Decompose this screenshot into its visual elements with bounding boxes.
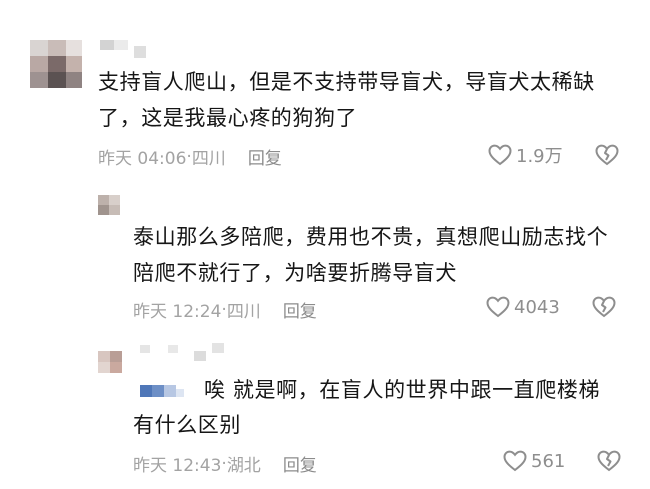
comment-text-line: 有什么区别 (133, 413, 241, 437)
like-count: 1.9万 (516, 146, 563, 167)
comment-text: 支持盲人爬山，但是不支持带导盲犬，导盲犬太稀缺了，这是我最心疼的狗狗了 (98, 70, 595, 130)
comment-text: 泰山那么多陪爬，费用也不贵，真想爬山励志找个陪爬不就行了，为啥要折腾导盲犬 (133, 225, 609, 285)
broken-heart-icon[interactable] (597, 449, 621, 473)
comment-actions: 1.9万 (488, 142, 619, 168)
avatar[interactable] (98, 195, 120, 215)
heart-outline-icon[interactable] (488, 144, 512, 166)
comment-location: 四川 (191, 149, 226, 169)
comment-item: 支持盲人爬山，但是不支持带导盲犬，导盲犬太稀缺了，这是我最心疼的狗狗了 昨天 0… (0, 0, 650, 185)
heart-outline-icon[interactable] (503, 450, 527, 472)
comment-time: 昨天 04:06 (98, 149, 187, 169)
like-count: 4043 (514, 296, 560, 318)
username[interactable] (140, 343, 230, 361)
username[interactable] (100, 40, 160, 58)
comment-item: 唉 就是啊，在盲人的世界中跟一直爬楼梯 有什么区别 昨天 12:43 · 湖北 … (0, 335, 650, 489)
comment-meta: 昨天 04:06 · 四川 回复 (98, 144, 282, 170)
comment-text-line: 唉 就是啊，在盲人的世界中跟一直爬楼梯 (204, 378, 601, 402)
reply-button[interactable]: 回复 (248, 144, 282, 169)
comment-actions: 4043 (486, 295, 616, 319)
broken-heart-icon[interactable] (592, 295, 616, 319)
reply-button[interactable]: 回复 (283, 451, 317, 476)
avatar[interactable] (98, 351, 122, 373)
comment-time: 昨天 12:43 (133, 456, 222, 476)
heart-outline-icon[interactable] (486, 296, 510, 318)
like-count: 561 (531, 450, 566, 472)
mention-tag[interactable] (140, 385, 188, 397)
comment-actions: 561 (503, 449, 621, 473)
comment-location: 四川 (226, 302, 261, 322)
avatar[interactable] (30, 40, 82, 88)
comment-item: 泰山那么多陪爬，费用也不贵，真想爬山励志找个陪爬不就行了，为啥要折腾导盲犬 昨天… (0, 185, 650, 335)
comment-time: 昨天 12:24 (133, 302, 222, 322)
comment-meta: 昨天 12:24 · 四川 回复 (133, 297, 317, 323)
reply-button[interactable]: 回复 (283, 297, 317, 322)
broken-heart-icon[interactable] (595, 143, 619, 167)
comment-location: 湖北 (226, 456, 261, 476)
comment-thread: 支持盲人爬山，但是不支持带导盲犬，导盲犬太稀缺了，这是我最心疼的狗狗了 昨天 0… (0, 0, 650, 489)
comment-meta: 昨天 12:43 · 湖北 回复 (133, 451, 317, 477)
